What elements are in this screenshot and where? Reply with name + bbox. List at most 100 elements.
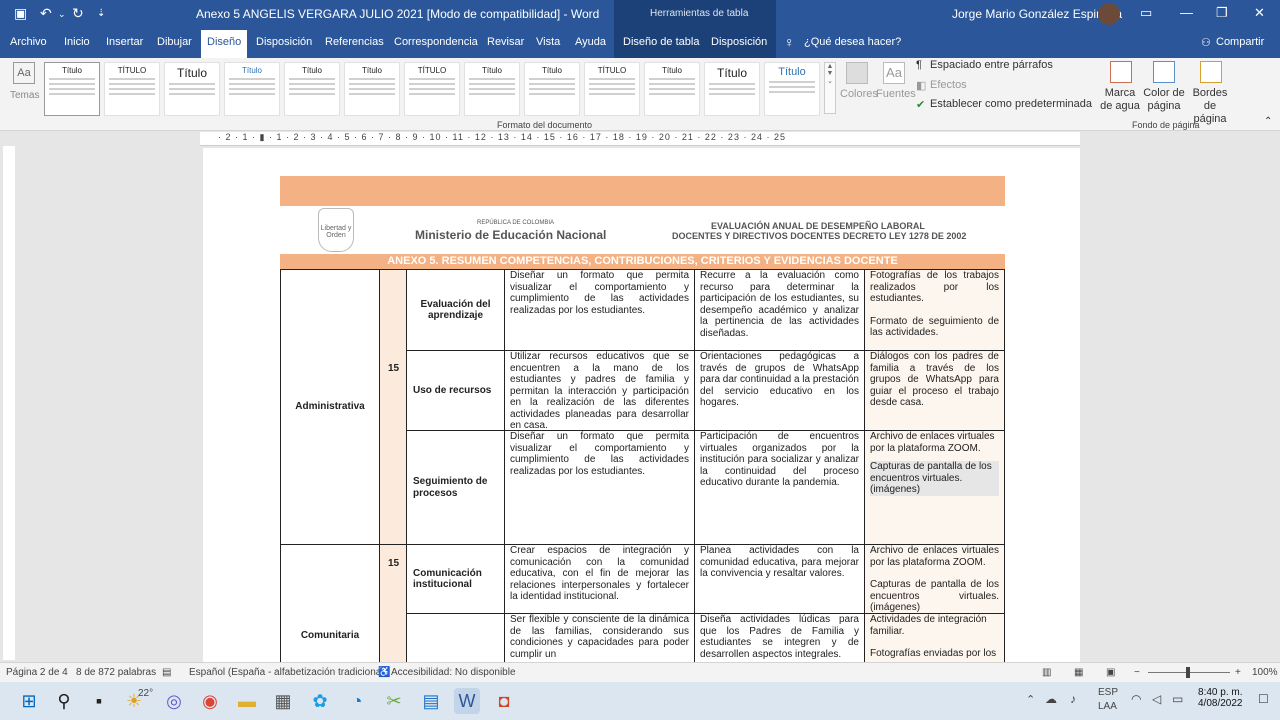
criterio-cell: Planea actividades con la comunidad educ… bbox=[694, 544, 865, 614]
area-comunitaria: Comunitaria bbox=[280, 544, 380, 664]
zoom-level[interactable]: 100% bbox=[1252, 667, 1278, 678]
volume-icon[interactable]: ◁ bbox=[1152, 692, 1161, 706]
style-set-13[interactable]: Título bbox=[764, 62, 820, 116]
customize-quick-access-icon[interactable]: ⇣ bbox=[97, 8, 105, 19]
print-layout-icon[interactable]: ▦ bbox=[1074, 667, 1083, 678]
task-view-icon[interactable]: ▪ bbox=[86, 688, 112, 714]
page-color-icon bbox=[1153, 61, 1175, 83]
share-button[interactable]: Compartir bbox=[1216, 36, 1264, 48]
maximize-icon[interactable]: ❐ bbox=[1216, 5, 1228, 21]
tab-inicio[interactable]: Inicio bbox=[64, 36, 90, 48]
clock[interactable]: 8:40 p. m. 4/08/2022 bbox=[1198, 687, 1243, 709]
language-indicator[interactable]: Español (España - alfabetización tradici… bbox=[189, 667, 387, 678]
paragraph-spacing-button[interactable]: Espaciado entre párrafos bbox=[930, 59, 1053, 71]
avatar[interactable] bbox=[1098, 3, 1120, 25]
tab-insertar[interactable]: Insertar bbox=[106, 36, 143, 48]
colors-button[interactable]: Colores bbox=[840, 88, 878, 101]
web-layout-icon[interactable]: ▣ bbox=[1106, 667, 1115, 678]
page-borders-icon bbox=[1200, 61, 1222, 83]
tab-diseno[interactable]: Diseño bbox=[201, 30, 248, 58]
tab-disposicion[interactable]: Disposición bbox=[256, 36, 312, 48]
set-default-button[interactable]: Establecer como predeterminada bbox=[930, 98, 1092, 110]
style-set-12[interactable]: Título bbox=[704, 62, 760, 116]
powerpoint-icon[interactable]: ◘ bbox=[491, 688, 517, 714]
style-set-6[interactable]: Título bbox=[344, 62, 400, 116]
evidencia-cell: Archivo de enlaces virtuales por las pla… bbox=[864, 544, 1005, 614]
share-icon[interactable]: ⚇ bbox=[1201, 36, 1211, 49]
style-set-10[interactable]: TÍTULO bbox=[584, 62, 640, 116]
show-hidden-icons[interactable]: ⌃ bbox=[1026, 693, 1035, 706]
tab-archivo[interactable]: Archivo bbox=[10, 36, 47, 48]
tab-revisar[interactable]: Revisar bbox=[487, 36, 524, 48]
user-name[interactable]: Jorge Mario González Espinosa bbox=[952, 7, 1122, 21]
tab-dibujar[interactable]: Dibujar bbox=[157, 36, 192, 48]
collapse-ribbon-icon[interactable]: ⌃ bbox=[1264, 116, 1272, 127]
themes-button[interactable]: Aa Temas bbox=[10, 62, 39, 126]
criterio-cell: Diseña actividades lúdicas para que los … bbox=[694, 613, 865, 664]
app-icon[interactable]: ✿ bbox=[307, 688, 333, 714]
tab-referencias[interactable]: Referencias bbox=[325, 36, 384, 48]
read-mode-icon[interactable]: ▥ bbox=[1042, 667, 1051, 678]
proofing-icon[interactable]: ▤ bbox=[162, 667, 171, 678]
document-page[interactable]: Libertad y Orden REPÚBLICA DE COLOMBIA M… bbox=[203, 148, 1080, 664]
style-set-1[interactable]: Título bbox=[44, 62, 100, 116]
tab-diseno-tabla[interactable]: Diseño de tabla bbox=[623, 36, 699, 48]
evidencia-cell: Archivo de enlaces virtuales por la plat… bbox=[864, 430, 1005, 545]
style-set-5[interactable]: Título bbox=[284, 62, 340, 116]
undo-icon[interactable]: ↶ bbox=[40, 5, 52, 22]
close-icon[interactable]: ✕ bbox=[1254, 5, 1265, 21]
page-color-button[interactable]: Color de página bbox=[1142, 87, 1186, 113]
file-explorer-icon[interactable]: ▬ bbox=[234, 688, 260, 714]
save-icon[interactable]: ▣ bbox=[14, 5, 27, 22]
fonts-button[interactable]: Fuentes bbox=[876, 88, 916, 101]
notepad-icon[interactable]: ▤ bbox=[418, 688, 444, 714]
tab-disposicion-tabla[interactable]: Disposición bbox=[711, 36, 767, 48]
page-indicator[interactable]: Página 2 de 4 bbox=[6, 667, 68, 678]
ribbon-display-icon[interactable]: ▭ bbox=[1140, 5, 1152, 21]
snipping-tool-icon[interactable]: ✂ bbox=[381, 688, 407, 714]
minimize-icon[interactable]: — bbox=[1180, 5, 1193, 20]
tell-me-search[interactable]: ¿Qué desea hacer? bbox=[804, 36, 901, 48]
teams-chat-icon[interactable]: ◎ bbox=[161, 688, 187, 714]
horizontal-ruler[interactable]: · 2 · 1 · ▮ · 1 · 2 · 3 · 4 · 5 · 6 · 7 … bbox=[200, 132, 1080, 146]
style-set-9[interactable]: Título bbox=[524, 62, 580, 116]
battery-icon[interactable]: ▭ bbox=[1172, 692, 1183, 706]
zoom-in-icon[interactable]: + bbox=[1235, 667, 1241, 678]
onedrive-icon[interactable]: ☁ bbox=[1045, 692, 1057, 706]
style-set-8[interactable]: Título bbox=[464, 62, 520, 116]
tab-vista[interactable]: Vista bbox=[536, 36, 560, 48]
zoom-out-icon[interactable]: − bbox=[1134, 667, 1140, 678]
accessibility-status[interactable]: Accesibilidad: No disponible bbox=[391, 667, 516, 678]
style-set-3[interactable]: Título bbox=[164, 62, 220, 116]
word-count[interactable]: 8 de 872 palabras bbox=[76, 667, 156, 678]
weather-temp[interactable]: 22° bbox=[138, 688, 153, 699]
input-language-laa[interactable]: LAA bbox=[1098, 701, 1117, 712]
style-set-7[interactable]: TÍTULO bbox=[404, 62, 460, 116]
style-set-4[interactable]: Título bbox=[224, 62, 280, 116]
calculator-icon[interactable]: ▦ bbox=[270, 688, 296, 714]
vertical-ruler[interactable] bbox=[3, 146, 15, 660]
input-language-esp[interactable]: ESP bbox=[1098, 687, 1118, 698]
window-title: Anexo 5 ANGELIS VERGARA JULIO 2021 [Modo… bbox=[196, 7, 600, 21]
themes-icon: Aa bbox=[13, 62, 35, 84]
search-icon[interactable]: ⚲ bbox=[51, 688, 77, 714]
word-icon[interactable]: W bbox=[454, 688, 480, 714]
lightbulb-icon[interactable]: ♀ bbox=[784, 34, 795, 50]
style-set-2[interactable]: TÍTULO bbox=[104, 62, 160, 116]
chrome-icon[interactable]: ◉ bbox=[197, 688, 223, 714]
style-set-11[interactable]: Título bbox=[644, 62, 700, 116]
redo-icon[interactable]: ↻ bbox=[72, 5, 84, 22]
effects-button[interactable]: Efectos bbox=[930, 79, 967, 91]
weight-comunitaria: 15 bbox=[388, 558, 400, 569]
watermark-button[interactable]: Marca de agua bbox=[1098, 87, 1142, 113]
gallery-more-icon[interactable]: ▲ ▼ ⌄ bbox=[824, 62, 836, 114]
wifi-icon[interactable]: ◠ bbox=[1131, 692, 1141, 706]
zoom-slider-thumb[interactable] bbox=[1186, 667, 1190, 678]
notifications-icon[interactable]: ☐ bbox=[1258, 692, 1269, 706]
tab-ayuda[interactable]: Ayuda bbox=[575, 36, 606, 48]
microphone-icon[interactable]: ♪ bbox=[1070, 692, 1076, 706]
tab-correspondencia[interactable]: Correspondencia bbox=[394, 36, 478, 48]
edge-icon[interactable]: ◔ bbox=[344, 688, 370, 714]
undo-dropdown-icon[interactable]: ⌄ bbox=[58, 9, 66, 20]
windows-start-icon[interactable]: ⊞ bbox=[16, 688, 42, 714]
